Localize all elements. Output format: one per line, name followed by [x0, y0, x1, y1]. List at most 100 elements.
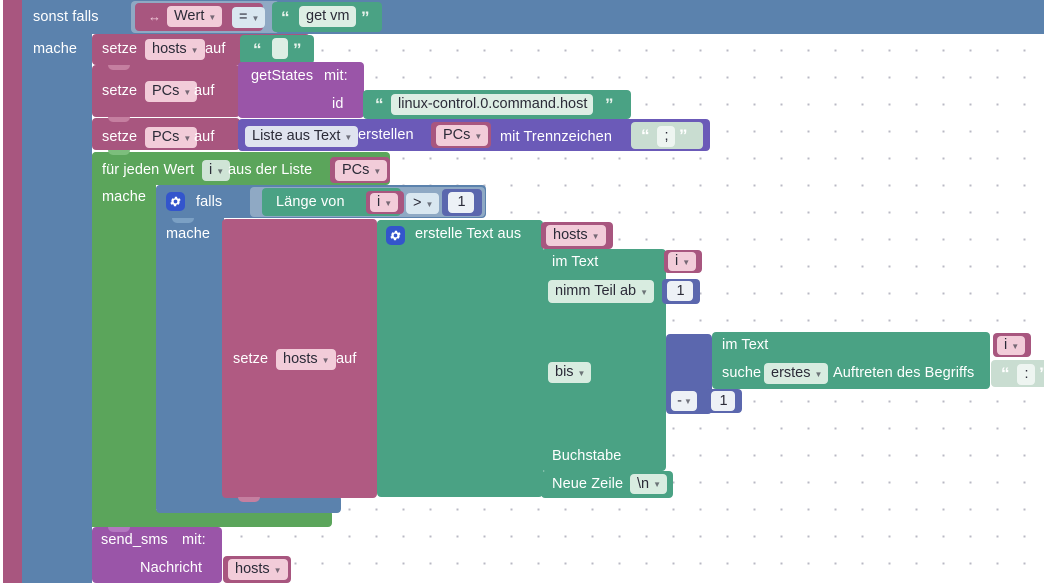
quote-open-icon: “: [641, 126, 649, 145]
set-pcs-variable-dropdown[interactable]: PCs ▼: [145, 81, 198, 102]
else-if-block[interactable]: [22, 0, 92, 583]
call-getstates-name: getStates: [251, 68, 314, 84]
text-value-get-vm[interactable]: get vm: [299, 6, 356, 27]
else-if-keyword: sonst falls: [33, 9, 99, 25]
create-text-block[interactable]: [377, 220, 543, 497]
if-number-field[interactable]: 1: [448, 192, 474, 213]
gear-icon[interactable]: [386, 226, 405, 245]
substring-from-number-field[interactable]: 1: [667, 281, 693, 301]
set-hosts-join-variable-dropdown[interactable]: hosts ▼: [276, 349, 336, 370]
math-operator-dropdown[interactable]: - ▼: [671, 391, 697, 411]
set-pcs2-keyword: setze: [102, 129, 138, 145]
send-sms-name: send_sms: [101, 532, 168, 548]
substring-operation-dropdown[interactable]: nimm Teil ab ▼: [548, 280, 655, 303]
length-variable-dropdown[interactable]: i ▼: [370, 193, 399, 212]
set-hosts-join-keyword: setze: [233, 351, 269, 367]
chevron-down-icon: ▼: [183, 87, 192, 97]
connection-notch: [108, 65, 130, 70]
list-create-label: erstellen: [358, 127, 414, 143]
if-comparison-operator-dropdown[interactable]: > ▼: [406, 193, 440, 214]
chevron-down-icon: ▼: [683, 397, 692, 406]
quote-close-icon: ”: [605, 95, 613, 114]
blockly-workspace[interactable]: sonst falls mache ↔ Wert ▼ = ▼ “ get vm …: [0, 0, 1044, 583]
length-of-label: Länge von: [276, 194, 345, 210]
for-each-keyword: für jeden Wert: [102, 162, 195, 178]
swap-arrow-icon: ↔: [148, 9, 161, 24]
chevron-down-icon: ▼: [251, 13, 260, 23]
chevron-down-icon: ▼: [425, 199, 434, 209]
list-operation-dropdown[interactable]: Liste aus Text ▼: [245, 126, 359, 147]
quote-close-icon: ”: [293, 40, 301, 59]
set-hosts-variable-dropdown[interactable]: hosts ▼: [145, 39, 205, 60]
call-getstates-arg-label: id: [332, 96, 344, 112]
set-hosts-join-to-keyword: auf: [336, 351, 357, 367]
connection-notch: [108, 527, 130, 532]
text-value-empty[interactable]: [272, 38, 288, 59]
variable-wert-dropdown[interactable]: Wert ▼: [167, 6, 223, 27]
text-value-needle[interactable]: :: [1017, 364, 1035, 385]
text-value-separator[interactable]: ;: [657, 126, 675, 147]
quote-close-icon: ”: [1039, 365, 1044, 382]
set-pcs-to-keyword: auf: [194, 83, 215, 99]
for-each-do-keyword: mache: [102, 189, 147, 205]
send-sms-arg-label: Nachricht: [140, 560, 203, 576]
quote-open-icon: “: [1001, 364, 1009, 383]
set-hosts-to-keyword: auf: [205, 41, 226, 57]
connection-notch: [172, 218, 194, 223]
for-each-loop-variable-dropdown[interactable]: i ▼: [202, 160, 231, 181]
quote-close-icon: ”: [679, 126, 687, 145]
quote-close-icon: ”: [361, 8, 369, 27]
connection-notch: [238, 497, 260, 502]
text-value-host-id[interactable]: linux-control.0.command.host: [391, 94, 594, 115]
quote-open-icon: “: [375, 95, 383, 114]
substring-text-variable-dropdown[interactable]: i ▼: [668, 252, 697, 271]
substring-in-text-label: im Text: [552, 254, 599, 270]
chevron-down-icon: ▼: [384, 198, 393, 208]
index-of-occurrence-label: Auftreten des Begriffs: [833, 365, 975, 381]
list-source-variable-dropdown[interactable]: PCs ▼: [436, 125, 489, 146]
set-hosts-keyword: setze: [102, 41, 138, 57]
chevron-down-icon: ▼: [273, 565, 282, 575]
index-of-occurrence-dropdown[interactable]: erstes ▼: [764, 363, 829, 384]
chevron-down-icon: ▼: [344, 132, 353, 142]
list-separator-label: mit Trennzeichen: [500, 129, 613, 145]
chevron-down-icon: ▼: [190, 45, 199, 55]
chevron-down-icon: ▼: [1011, 341, 1020, 351]
outer-if-block-rail[interactable]: [3, 0, 22, 583]
chevron-down-icon: ▼: [183, 133, 192, 143]
send-sms-arg-variable-dropdown[interactable]: hosts ▼: [228, 559, 288, 580]
for-each-list-variable-dropdown[interactable]: PCs ▼: [335, 160, 388, 181]
comparison-operator-dropdown[interactable]: = ▼: [232, 7, 266, 28]
index-of-text-variable-dropdown[interactable]: i ▼: [997, 336, 1026, 355]
chevron-down-icon: ▼: [653, 480, 662, 489]
index-of-in-text-label: im Text: [722, 337, 769, 353]
gear-icon[interactable]: [166, 192, 185, 211]
quote-open-icon: “: [281, 8, 289, 27]
if-do-keyword: mache: [166, 226, 211, 242]
quote-open-icon: “: [253, 40, 261, 59]
chevron-down-icon: ▼: [814, 369, 823, 379]
index-of-search-label: suche: [722, 365, 762, 381]
math-minus-number-field[interactable]: 1: [711, 391, 735, 411]
chevron-down-icon: ▼: [321, 355, 330, 365]
chevron-down-icon: ▼: [640, 287, 649, 297]
chevron-down-icon: ▼: [474, 131, 483, 141]
chevron-down-icon: ▼: [682, 257, 691, 267]
send-sms-with-label: mit:: [182, 532, 206, 548]
for-each-from-label: aus der Liste: [228, 162, 313, 178]
substring-letter-label: Buchstabe: [552, 448, 622, 464]
chevron-down-icon: ▼: [216, 166, 225, 176]
chevron-down-icon: ▼: [591, 231, 600, 241]
chevron-down-icon: ▼: [208, 12, 217, 22]
set-pcs2-variable-dropdown[interactable]: PCs ▼: [145, 127, 198, 148]
newline-value-dropdown[interactable]: \n ▼: [630, 474, 668, 494]
chevron-down-icon: ▼: [373, 166, 382, 176]
substring-to-dropdown[interactable]: bis ▼: [548, 362, 592, 383]
set-pcs-keyword: setze: [102, 83, 138, 99]
connection-notch: [108, 150, 130, 155]
create-text-keyword: erstelle Text aus: [415, 226, 522, 242]
create-text-item1-dropdown[interactable]: hosts ▼: [546, 225, 606, 246]
set-pcs2-to-keyword: auf: [194, 129, 215, 145]
for-each-block[interactable]: [92, 152, 156, 527]
if-keyword: falls: [196, 194, 223, 210]
